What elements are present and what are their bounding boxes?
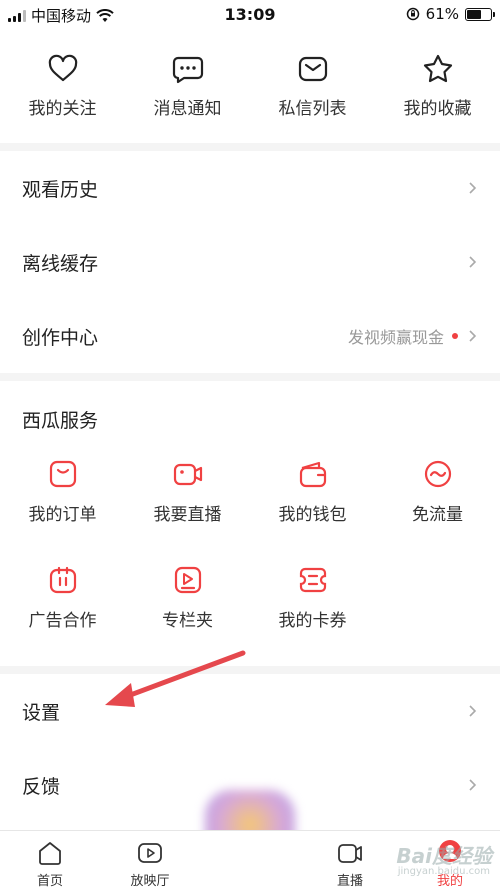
heart-icon bbox=[48, 54, 77, 82]
service-label: 广告合作 bbox=[28, 611, 97, 631]
free-data-button[interactable]: 免流量 bbox=[375, 458, 500, 525]
tab-label: 放映厅 bbox=[130, 874, 170, 889]
watermark: Bai度经验 bbox=[396, 844, 492, 868]
tab-live[interactable]: 直播 bbox=[300, 839, 400, 889]
notifications-button[interactable]: 消息通知 bbox=[125, 52, 250, 142]
quick-label: 消息通知 bbox=[153, 99, 222, 119]
chevron-right-icon bbox=[469, 330, 477, 342]
quick-actions-row: 我的关注 消息通知 私信列表 我的收藏 bbox=[0, 52, 500, 142]
quick-label: 我的关注 bbox=[28, 99, 97, 119]
status-bar: 中国移动 13:09 61% bbox=[0, 0, 500, 30]
chevron-right-icon bbox=[469, 256, 477, 268]
tab-screening-hall[interactable]: 放映厅 bbox=[100, 839, 200, 889]
watch-history-row[interactable]: 观看历史 bbox=[0, 151, 500, 225]
tab-home[interactable]: 首页 bbox=[0, 839, 100, 889]
tab-label: 首页 bbox=[36, 874, 63, 889]
order-bag-icon bbox=[49, 460, 76, 488]
chevron-right-icon bbox=[469, 779, 477, 791]
free-data-icon bbox=[424, 460, 451, 488]
coupon-icon bbox=[299, 567, 326, 593]
chat-bubble-icon bbox=[172, 56, 203, 84]
service-label: 我的钱包 bbox=[278, 505, 347, 525]
offline-cache-row[interactable]: 离线缓存 bbox=[0, 225, 500, 299]
wallet-icon bbox=[299, 461, 326, 488]
service-label: 我的订单 bbox=[28, 505, 97, 525]
tab-label: 直播 bbox=[336, 874, 363, 889]
creator-center-row[interactable]: 创作中心 发视频赢现金 bbox=[0, 299, 500, 373]
services-title: 西瓜服务 bbox=[22, 410, 99, 432]
watermark-url: jingyan.baidu.com bbox=[397, 866, 490, 877]
status-right: 61% bbox=[406, 5, 495, 23]
service-label: 我要直播 bbox=[153, 505, 222, 525]
column-folder-button[interactable]: 专栏夹 bbox=[125, 564, 250, 631]
creator-promo-hint: 发视频赢现金 bbox=[347, 328, 444, 347]
my-follows-button[interactable]: 我的关注 bbox=[0, 52, 125, 142]
chevron-right-icon bbox=[469, 182, 477, 194]
star-icon bbox=[423, 54, 452, 83]
service-label: 免流量 bbox=[412, 505, 463, 525]
quick-label: 我的收藏 bbox=[403, 99, 472, 119]
chevron-right-icon bbox=[469, 705, 477, 717]
annotation-arrow bbox=[105, 650, 246, 707]
row-label: 离线缓存 bbox=[22, 252, 99, 275]
section-divider bbox=[0, 143, 500, 151]
battery-icon bbox=[465, 7, 495, 21]
red-dot-badge bbox=[452, 333, 458, 339]
service-label: 专栏夹 bbox=[162, 611, 213, 631]
envelope-icon bbox=[298, 56, 327, 82]
ad-cooperation-button[interactable]: 广告合作 bbox=[0, 564, 125, 631]
live-camera-icon bbox=[173, 463, 202, 486]
live-tab-camera-icon bbox=[338, 844, 362, 863]
row-label: 创作中心 bbox=[22, 326, 99, 349]
go-live-button[interactable]: 我要直播 bbox=[125, 458, 250, 525]
my-wallet-button[interactable]: 我的钱包 bbox=[250, 458, 375, 525]
row-label: 观看历史 bbox=[22, 178, 99, 201]
column-folder-icon bbox=[174, 566, 201, 594]
section-divider bbox=[0, 373, 500, 381]
service-label: 我的卡券 bbox=[278, 611, 347, 631]
private-messages-button[interactable]: 私信列表 bbox=[250, 52, 375, 142]
home-icon bbox=[39, 842, 61, 865]
battery-percent: 61% bbox=[425, 5, 459, 23]
my-coupons-button[interactable]: 我的卡券 bbox=[250, 564, 375, 631]
my-orders-button[interactable]: 我的订单 bbox=[0, 458, 125, 525]
ad-cooperation-icon bbox=[49, 566, 76, 594]
quick-label: 私信列表 bbox=[278, 99, 347, 119]
play-screen-icon bbox=[138, 843, 162, 863]
rotation-lock-icon bbox=[406, 7, 419, 21]
my-favorites-button[interactable]: 我的收藏 bbox=[375, 52, 500, 142]
